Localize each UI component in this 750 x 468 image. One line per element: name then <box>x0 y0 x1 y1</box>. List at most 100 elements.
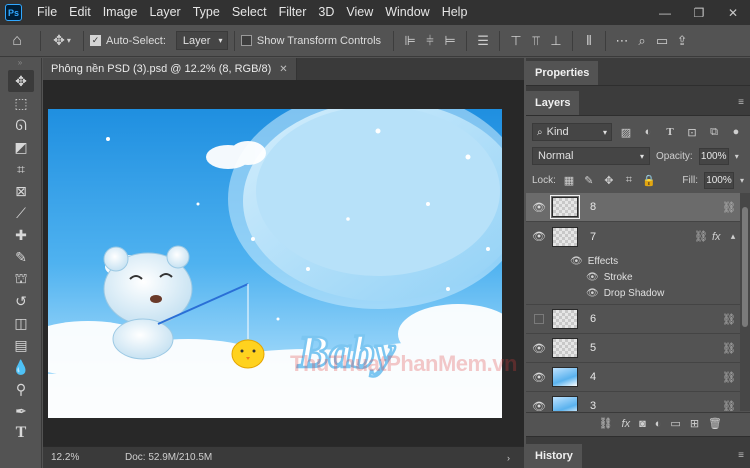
eye-icon[interactable]: 👁 <box>526 342 552 355</box>
crop-tool-icon[interactable]: ⌗ <box>8 158 34 180</box>
blend-mode-dropdown[interactable]: Normal ▾ <box>532 147 650 165</box>
move-tool-preset-icon[interactable]: ✥ ▾ <box>47 32 77 49</box>
opacity-input[interactable]: 100% <box>698 147 729 165</box>
share-icon[interactable]: ⇪ <box>672 31 692 51</box>
add-mask-icon[interactable]: ◙ <box>639 418 646 430</box>
auto-select-target-dropdown[interactable]: Layer ▾ <box>175 31 228 50</box>
effects-row[interactable]: 👁 Effects <box>526 253 740 269</box>
visibility-off-icon[interactable] <box>526 314 552 324</box>
healing-brush-tool-icon[interactable]: ✚ <box>8 224 34 246</box>
gradient-tool-icon[interactable]: ▤ <box>8 334 34 356</box>
shape-layer-filter-icon[interactable]: ⊡ <box>684 124 700 140</box>
align-right-edges-icon[interactable]: ⊨ <box>440 31 460 51</box>
menu-filter[interactable]: Filter <box>273 0 313 25</box>
lasso-tool-icon[interactable]: ᘏ <box>8 114 34 136</box>
eye-icon[interactable]: 👁 <box>526 400 552 412</box>
eye-icon[interactable]: 👁 <box>586 272 599 283</box>
fx-icon[interactable]: fx <box>712 231 726 243</box>
toolbar-grip-icon[interactable]: » <box>0 58 41 70</box>
link-layers-icon[interactable]: ⛓ <box>599 417 613 430</box>
eraser-tool-icon[interactable]: ◫ <box>8 312 34 334</box>
align-left-edges-icon[interactable]: ⊫ <box>400 31 420 51</box>
align-vertical-centers-icon[interactable]: ⫪ <box>526 31 546 51</box>
search-icon[interactable]: ⌕ <box>632 31 652 51</box>
document-tab[interactable]: Phông nền PSD (3).psd @ 12.2% (8, RGB/8)… <box>43 58 297 80</box>
move-tool-icon[interactable]: ✥ <box>8 70 34 92</box>
minimize-button[interactable]: — <box>648 0 682 25</box>
layer-row[interactable]: 👁 4 ⛓ <box>526 363 740 392</box>
menu-3d[interactable]: 3D <box>312 0 340 25</box>
layer-row[interactable]: 👁 7 ⛓ fx ▴ <box>526 222 740 251</box>
menu-file[interactable]: File <box>31 0 63 25</box>
workspace-icon[interactable]: ▭ <box>652 31 672 51</box>
new-adjustment-layer-icon[interactable]: ◐ <box>655 418 662 430</box>
distribute-horizontal-icon[interactable]: ⫴ <box>579 31 599 51</box>
adjustment-layer-filter-icon[interactable]: ◐ <box>640 124 656 140</box>
more-options-icon[interactable]: ⋯ <box>612 31 632 51</box>
pen-tool-icon[interactable]: ✒ <box>8 400 34 422</box>
home-icon[interactable]: ⌂ <box>0 32 34 50</box>
align-bottom-edges-icon[interactable]: ⊥ <box>546 31 566 51</box>
filter-toggle-icon[interactable]: ● <box>728 124 744 140</box>
tab-history[interactable]: History <box>526 444 582 468</box>
zoom-level[interactable]: 12.2% <box>43 452 113 463</box>
pixel-layer-filter-icon[interactable]: ▨ <box>618 124 634 140</box>
layer-row[interactable]: 👁 8 ⛓ <box>526 193 740 222</box>
close-tab-icon[interactable]: ✕ <box>279 64 287 75</box>
align-top-edges-icon[interactable]: ⊤ <box>506 31 526 51</box>
layer-row[interactable]: 6 ⛓ <box>526 305 740 334</box>
effect-stroke-row[interactable]: 👁 Stroke <box>526 269 740 285</box>
new-layer-icon[interactable]: ⊞ <box>690 417 699 430</box>
lock-position-icon[interactable]: ✥ <box>602 174 616 187</box>
collapse-effects-icon[interactable]: ▴ <box>726 231 740 242</box>
lock-artboard-icon[interactable]: ⌗ <box>622 174 636 187</box>
menu-type[interactable]: Type <box>187 0 226 25</box>
frame-tool-icon[interactable]: ⊠ <box>8 180 34 202</box>
type-layer-filter-icon[interactable]: T <box>662 124 678 140</box>
clone-stamp-tool-icon[interactable]: ⛫ <box>8 268 34 290</box>
delete-layer-icon[interactable]: 🗑 <box>708 417 722 430</box>
panel-menu-icon[interactable]: ≡ <box>738 444 744 468</box>
menu-select[interactable]: Select <box>226 0 273 25</box>
add-layer-style-icon[interactable]: fx <box>622 418 631 430</box>
blur-tool-icon[interactable]: 💧 <box>8 356 34 378</box>
chevron-down-icon[interactable]: ▾ <box>735 152 739 161</box>
menu-view[interactable]: View <box>340 0 379 25</box>
type-tool-icon[interactable]: T <box>8 422 34 444</box>
layers-scrollbar[interactable] <box>740 193 750 411</box>
eye-icon[interactable]: 👁 <box>570 256 583 267</box>
auto-select-checkbox[interactable]: ✓ Auto-Select: <box>90 35 166 47</box>
new-group-icon[interactable]: ▭ <box>670 417 680 430</box>
chevron-down-icon[interactable]: ▾ <box>740 176 744 185</box>
eye-icon[interactable]: 👁 <box>526 371 552 384</box>
brush-tool-icon[interactable]: ✎ <box>8 246 34 268</box>
kind-filter-dropdown[interactable]: ⌕ Kind ▾ <box>532 123 612 141</box>
lock-transparent-pixels-icon[interactable]: ▦ <box>562 174 576 187</box>
menu-layer[interactable]: Layer <box>143 0 186 25</box>
eye-icon[interactable]: 👁 <box>526 201 552 214</box>
eye-icon[interactable]: 👁 <box>526 230 552 243</box>
layer-row[interactable]: 👁 5 ⛓ <box>526 334 740 363</box>
align-horizontal-centers-icon[interactable]: ⫩ <box>420 31 440 51</box>
status-chevron-icon[interactable]: › <box>507 453 510 463</box>
layer-row[interactable]: 👁 3 ⛓ <box>526 392 740 411</box>
scrollbar-thumb[interactable] <box>742 207 748 327</box>
eyedropper-tool-icon[interactable]: ⟋ <box>8 202 34 224</box>
menu-edit[interactable]: Edit <box>63 0 97 25</box>
smart-object-filter-icon[interactable]: ⧉ <box>706 124 722 140</box>
menu-help[interactable]: Help <box>436 0 474 25</box>
history-brush-tool-icon[interactable]: ↺ <box>8 290 34 312</box>
show-transform-controls-checkbox[interactable]: Show Transform Controls <box>240 35 381 47</box>
quick-selection-tool-icon[interactable]: ◩ <box>8 136 34 158</box>
effect-drop-shadow-row[interactable]: 👁 Drop Shadow <box>526 285 740 301</box>
dodge-tool-icon[interactable]: ⚲ <box>8 378 34 400</box>
menu-image[interactable]: Image <box>97 0 144 25</box>
panel-menu-icon[interactable]: ≡ <box>738 91 744 115</box>
close-button[interactable]: ✕ <box>716 0 750 25</box>
lock-all-icon[interactable]: 🔒 <box>642 174 656 187</box>
distribute-icon[interactable]: ☰ <box>473 31 493 51</box>
lock-image-pixels-icon[interactable]: ✎ <box>582 174 596 187</box>
menu-window[interactable]: Window <box>379 0 435 25</box>
fill-input[interactable]: 100% <box>703 171 734 189</box>
restore-button[interactable]: ❐ <box>682 0 716 25</box>
